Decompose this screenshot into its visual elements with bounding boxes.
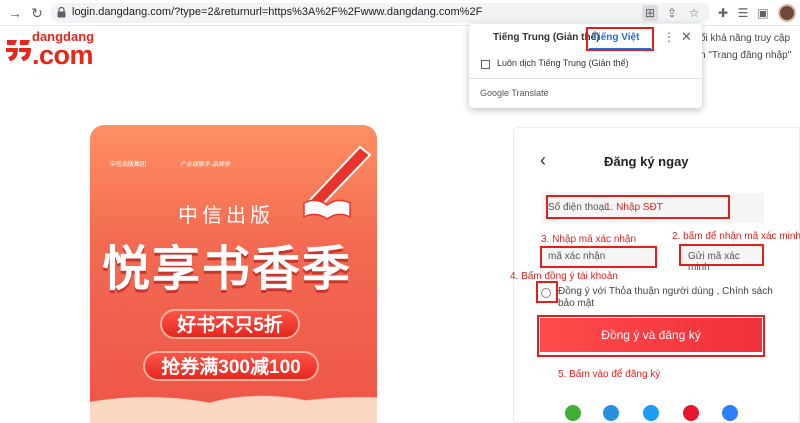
banner-pill-discount[interactable]: 好书不只5折 <box>160 309 300 339</box>
baidu-icon[interactable] <box>722 405 738 421</box>
annotation-step2: 2. bấm để nhận mã xác minh <box>672 231 800 242</box>
brand-google: Google <box>480 88 510 98</box>
brand-translate: Translate <box>511 88 549 98</box>
highlight-box-agree <box>536 281 558 303</box>
extensions-icon[interactable]: ✚ <box>714 4 732 22</box>
annotation-step1: 1. Nhập SĐT <box>605 202 663 213</box>
dangdang-logo-icon[interactable] <box>4 34 32 64</box>
browser-toolbar: → ↻ login.dangdang.com/?type=2&returnurl… <box>0 0 800 26</box>
highlight-box-get-code <box>679 244 764 266</box>
highlight-box-target-language <box>586 27 654 51</box>
reload-icon[interactable]: ↻ <box>28 4 46 22</box>
lock-icon <box>57 7 66 18</box>
agree-text: Đồng ý với Thỏa thuận người dùng , Chính… <box>558 286 773 309</box>
background-note-line1: ối khả năng truy cập <box>700 33 791 44</box>
banner-publisher: 中信出版集团 <box>110 162 147 168</box>
close-icon[interactable]: ✕ <box>681 29 692 45</box>
annotation-step5: 5. Bấm vào để đăng ký <box>558 369 661 380</box>
side-panel-icon[interactable]: ▣ <box>754 4 772 22</box>
qq-icon[interactable] <box>643 405 659 421</box>
weibo-icon[interactable] <box>683 405 699 421</box>
banner-campaign: 产业链联手·品牌季 <box>180 162 230 168</box>
form-title: Đăng ký ngay <box>604 154 689 169</box>
background-note: ối khả năng truy cập n "Trang đăng nhập" <box>700 30 800 64</box>
background-note-line2: n "Trang đăng nhập" <box>700 50 792 61</box>
forward-arrow-icon[interactable]: → <box>6 4 24 22</box>
wechat-icon[interactable] <box>565 405 581 421</box>
always-translate-checkbox[interactable] <box>481 60 490 69</box>
reading-list-icon[interactable]: ☰ <box>734 4 752 22</box>
tab-source-language[interactable]: Tiếng Trung (Giản thể) <box>493 32 599 43</box>
google-translate-brand: Google Translate <box>480 88 549 98</box>
back-arrow-icon[interactable]: ‹ <box>540 150 546 171</box>
divider <box>469 78 702 79</box>
annotation-step4: 4. Bấm đồng ý tài khoản <box>510 271 618 282</box>
translate-popup: Tiếng Trung (Giản thể) Tiếng Việt ⋮ ✕ Lu… <box>469 24 702 108</box>
promo-banner[interactable]: 中信出版集团 产业链联手·品牌季 中信出版 悦享书香季 好书不只5折 抢券满30… <box>90 125 377 423</box>
highlight-box-code <box>540 246 657 268</box>
annotation-step3: 3. Nhập mã xác nhận <box>541 234 637 245</box>
highlight-box-submit <box>537 315 765 357</box>
translate-icon[interactable]: ⊞ <box>642 5 658 21</box>
bookmark-star-icon[interactable]: ☆ <box>686 5 702 21</box>
banner-title: 悦享书香季 <box>102 243 353 296</box>
logo-suffix: .com <box>32 40 94 70</box>
url-text: login.dangdang.com/?type=2&returnurl=htt… <box>72 6 483 18</box>
book-icon <box>303 199 351 220</box>
always-translate-label: Luôn dịch Tiếng Trung (Giản thể) <box>497 58 629 68</box>
banner-pill-coupon[interactable]: 抢券满300减100 <box>143 351 319 381</box>
address-bar[interactable]: login.dangdang.com/?type=2&returnurl=htt… <box>50 3 710 23</box>
share-icon[interactable]: ⇪ <box>664 5 680 21</box>
banner-subtitle: 中信出版 <box>178 205 274 227</box>
profile-avatar[interactable] <box>778 4 796 22</box>
more-options-icon[interactable]: ⋮ <box>663 30 675 44</box>
alipay-icon[interactable] <box>603 405 619 421</box>
